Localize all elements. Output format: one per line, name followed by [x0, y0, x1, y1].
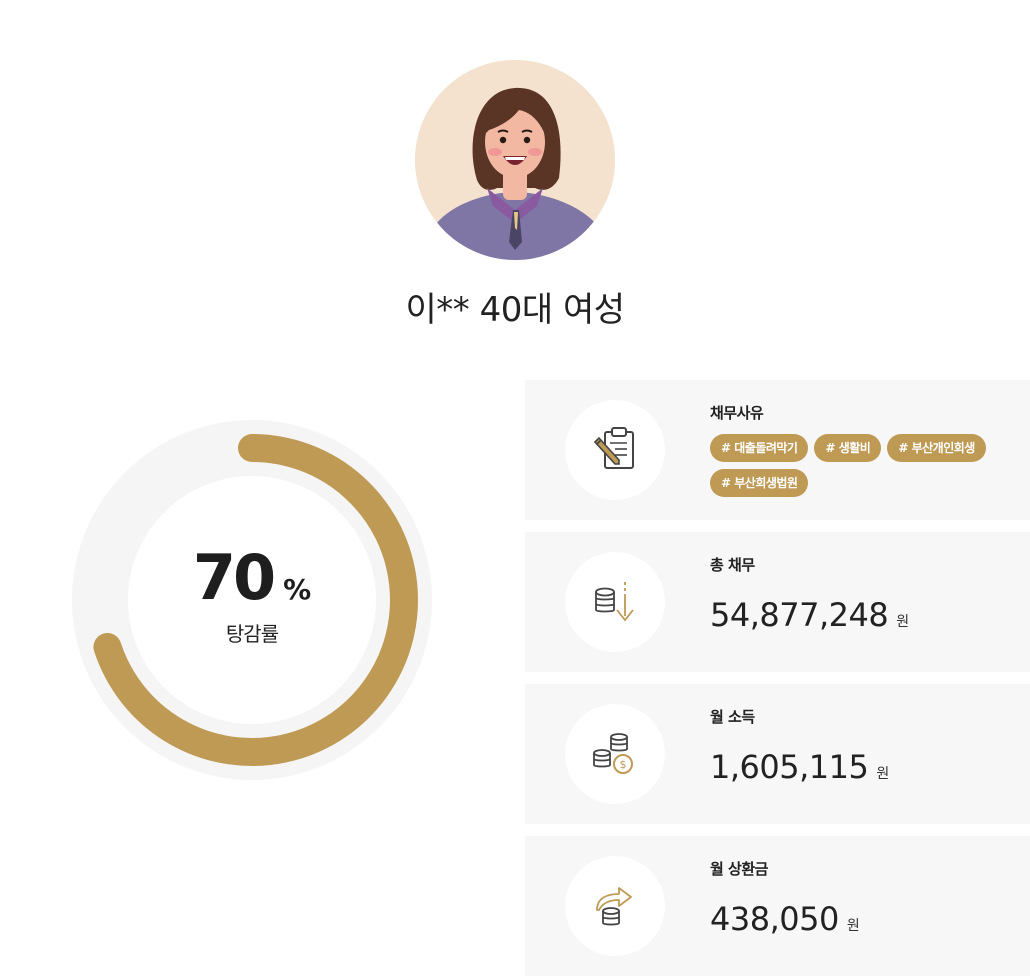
debt-reason-title: 채무사유 — [710, 404, 764, 422]
clipboard-pen-icon — [593, 427, 634, 469]
tag-living-expenses[interactable]: # 생활비 — [814, 434, 882, 462]
debt-reason-card: 채무사유 # 대출돌려막기 # 생활비 # 부산개인회생 # 부산회생법원 — [525, 380, 1030, 520]
debt-reason-tags: # 대출돌려막기 # 생활비 # 부산개인회생 # 부산회생법원 — [710, 434, 1020, 497]
monthly-repayment-icon-circle — [565, 856, 665, 956]
profile-name: 이** 40대 여성 — [405, 290, 626, 330]
svg-text:$: $ — [620, 758, 627, 771]
monthly-repayment-value: 438,050 — [710, 900, 839, 938]
gauge-value: 70 — [192, 541, 276, 614]
total-debt-value-row: 54,877,248 원 — [710, 596, 909, 634]
monthly-repayment-title: 월 상환금 — [710, 860, 768, 878]
total-debt-card: 총 채무 54,877,248 원 — [525, 532, 1030, 672]
total-debt-icon-circle — [565, 552, 665, 652]
total-debt-value: 54,877,248 — [710, 596, 889, 634]
monthly-income-icon-circle: $ — [565, 704, 665, 804]
coins-stack-icon: $ — [593, 733, 633, 774]
gauge-value-row: 70 % — [193, 541, 311, 614]
gauge-unit: % — [283, 573, 312, 606]
monthly-income-value: 1,605,115 — [710, 748, 869, 786]
monthly-repayment-value-row: 438,050 원 — [710, 900, 860, 938]
coins-repay-arrow-icon — [596, 887, 632, 926]
coins-down-arrow-icon — [595, 582, 634, 622]
total-debt-unit: 원 — [896, 614, 910, 630]
monthly-income-title: 월 소득 — [710, 708, 755, 726]
monthly-income-value-row: 1,605,115 원 — [710, 748, 889, 786]
debt-reason-icon-circle — [565, 400, 665, 500]
gauge-center: 70 % 탕감률 — [72, 420, 432, 780]
total-debt-title: 총 채무 — [710, 556, 755, 574]
tag-busan-personal-rehabilitation[interactable]: # 부산개인회생 — [887, 434, 986, 462]
profile-avatar — [415, 60, 615, 260]
monthly-repayment-unit: 원 — [846, 918, 860, 934]
woman-avatar-icon — [415, 60, 615, 260]
tag-busan-rehabilitation-court[interactable]: # 부산회생법원 — [710, 469, 809, 497]
monthly-income-unit: 원 — [876, 766, 890, 782]
gauge-label: 탕감률 — [225, 622, 279, 646]
monthly-repayment-card: 월 상환금 438,050 원 — [525, 836, 1030, 976]
tag-loan-rollover[interactable]: # 대출돌려막기 — [710, 434, 809, 462]
monthly-income-card: $ 월 소득 1,605,115 원 — [525, 684, 1030, 824]
